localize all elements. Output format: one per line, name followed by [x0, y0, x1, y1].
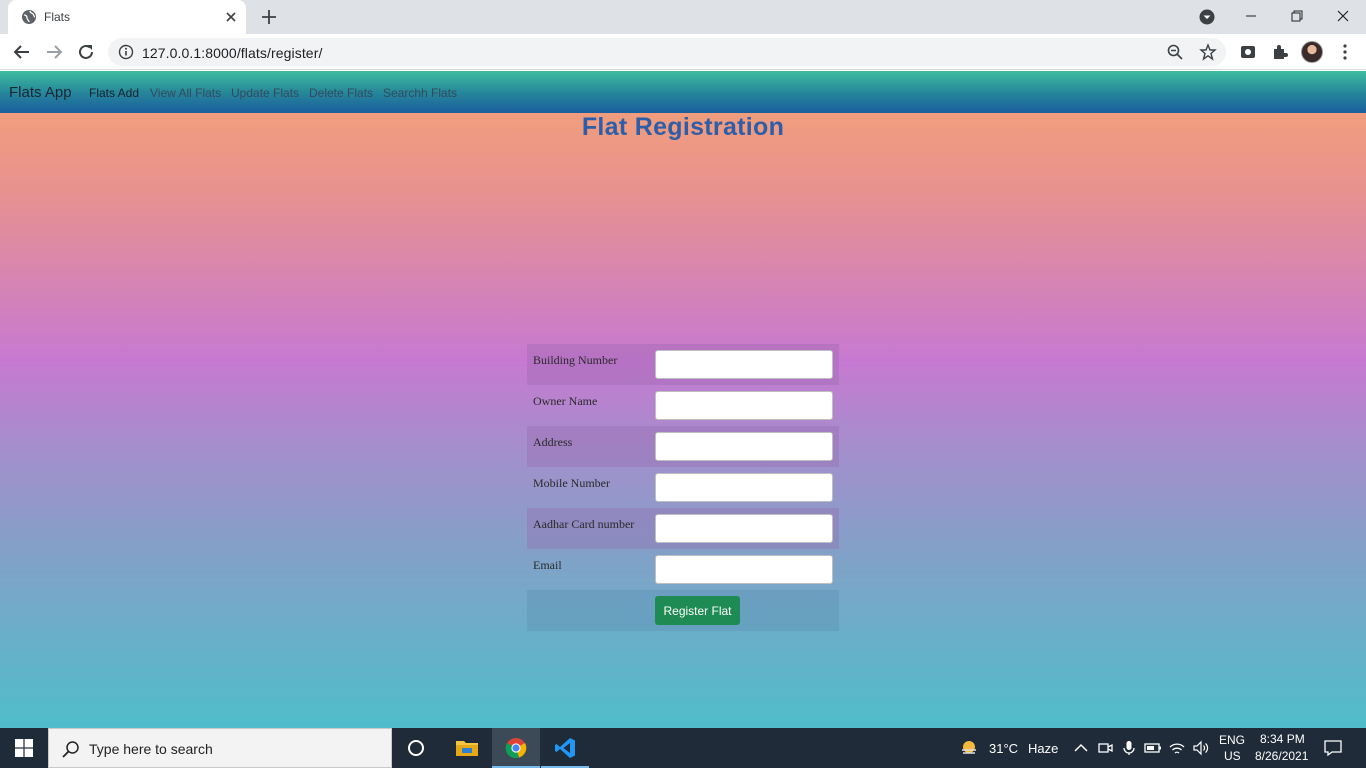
windows-logo-icon: [15, 739, 33, 757]
battery-icon[interactable]: [1144, 739, 1162, 757]
address-bar[interactable]: 127.0.0.1:8000/flats/register/: [108, 38, 1226, 66]
clock-time[interactable]: 8:34 PM: [1260, 732, 1305, 746]
taskbar-search-placeholder: Type here to search: [89, 741, 213, 757]
browser-tab-flats[interactable]: Flats: [8, 0, 246, 34]
form-row-mobile-number: Mobile Number: [527, 467, 839, 508]
form-row-aadhar: Aadhar Card number: [527, 508, 839, 549]
zoom-icon[interactable]: [1166, 43, 1184, 61]
windows-taskbar: Type here to search 31°C Haze ENG US 8:3…: [0, 728, 1366, 768]
building-number-label: Building Number: [533, 353, 618, 367]
tab-title: Flats: [44, 10, 71, 24]
browser-tab-strip: Flats: [0, 0, 1366, 34]
mobile-number-input[interactable]: [655, 473, 833, 502]
forward-button[interactable]: [43, 41, 65, 63]
globe-icon: [22, 10, 36, 24]
nav-delete-flats[interactable]: Delete Flats: [309, 86, 373, 100]
register-flat-button[interactable]: Register Flat: [655, 596, 740, 625]
nav-view-all-flats[interactable]: View All Flats: [150, 86, 221, 100]
info-icon[interactable]: [118, 44, 134, 60]
weather-haze-icon[interactable]: [960, 739, 978, 757]
nav-update-flats[interactable]: Update Flats: [231, 86, 299, 100]
url-text: 127.0.0.1:8000/flats/register/: [142, 45, 323, 61]
brand-link[interactable]: Flats App: [9, 84, 72, 101]
arrow-left-icon: [13, 45, 29, 59]
nav-flats-add[interactable]: Flats Add: [89, 86, 139, 100]
form-row-owner-name: Owner Name: [527, 385, 839, 426]
chrome-taskbar-button[interactable]: [492, 728, 540, 768]
wifi-icon[interactable]: [1168, 739, 1186, 757]
puzzle-icon: [1274, 45, 1288, 59]
task-view-button[interactable]: [392, 728, 440, 768]
meet-now-icon[interactable]: [1096, 739, 1114, 757]
arrow-right-icon: [47, 45, 63, 59]
reload-button[interactable]: [75, 41, 97, 63]
mobile-number-label: Mobile Number: [533, 476, 610, 490]
vscode-icon: [555, 738, 575, 758]
owner-name-label: Owner Name: [533, 394, 598, 408]
microphone-icon[interactable]: [1120, 739, 1138, 757]
email-input[interactable]: [655, 555, 833, 584]
language-indicator[interactable]: ENG: [1219, 733, 1245, 747]
minimize-icon: [1246, 15, 1256, 17]
form-row-submit: Register Flat: [527, 590, 839, 631]
chevron-up-icon[interactable]: [1072, 739, 1090, 757]
aadhar-label: Aadhar Card number: [533, 517, 635, 531]
form-row-email: Email: [527, 549, 839, 590]
form-row-building-number: Building Number: [527, 344, 839, 385]
region-indicator[interactable]: US: [1224, 749, 1241, 763]
restore-button[interactable]: [1274, 0, 1320, 32]
email-label: Email: [533, 558, 562, 572]
close-icon: [1337, 10, 1349, 22]
nav-search-flats[interactable]: Searchh Flats: [383, 86, 457, 100]
weather-description[interactable]: Haze: [1028, 741, 1058, 756]
close-window-button[interactable]: [1320, 0, 1366, 32]
weather-temperature[interactable]: 31°C: [989, 741, 1018, 756]
taskbar-search-box[interactable]: Type here to search: [48, 728, 392, 768]
notification-icon[interactable]: [1324, 739, 1342, 757]
aadhar-input[interactable]: [655, 514, 833, 543]
more-vertical-icon: [1343, 44, 1347, 60]
search-icon: [62, 741, 79, 758]
close-tab-icon[interactable]: [222, 8, 240, 26]
vscode-taskbar-button[interactable]: [541, 728, 589, 768]
reload-icon: [79, 44, 93, 59]
browser-toolbar: 127.0.0.1:8000/flats/register/: [0, 34, 1366, 70]
form-row-address: Address: [527, 426, 839, 467]
new-tab-icon[interactable]: [259, 7, 279, 27]
cortana-circle-icon: [408, 740, 424, 756]
folder-icon: [456, 741, 478, 756]
file-explorer-button[interactable]: [443, 728, 491, 768]
volume-icon[interactable]: [1192, 739, 1210, 757]
chrome-icon: [505, 738, 527, 759]
clock-date[interactable]: 8/26/2021: [1255, 749, 1308, 763]
browser-menu-button[interactable]: [1334, 41, 1356, 63]
profile-avatar[interactable]: [1301, 41, 1323, 63]
extension-app-icon: [1241, 46, 1255, 58]
extensions-menu-button[interactable]: [1269, 41, 1291, 63]
tab-search-icon[interactable]: [1198, 8, 1216, 26]
app-navbar: Flats App Flats Add View All Flats Updat…: [0, 71, 1366, 113]
page-content: Flats App Flats Add View All Flats Updat…: [0, 71, 1366, 728]
address-label: Address: [533, 435, 573, 449]
page-title: Flat Registration: [581, 113, 785, 141]
bookmark-star-icon[interactable]: [1199, 43, 1217, 61]
address-input[interactable]: [655, 432, 833, 461]
minimize-button[interactable]: [1228, 0, 1274, 32]
start-button[interactable]: [0, 728, 48, 768]
building-number-input[interactable]: [655, 350, 833, 379]
extension-button[interactable]: [1237, 41, 1259, 63]
back-button[interactable]: [11, 41, 33, 63]
owner-name-input[interactable]: [655, 391, 833, 420]
restore-icon: [1291, 10, 1303, 22]
flat-registration-form: Building Number Owner Name Address Mobil…: [527, 344, 839, 631]
